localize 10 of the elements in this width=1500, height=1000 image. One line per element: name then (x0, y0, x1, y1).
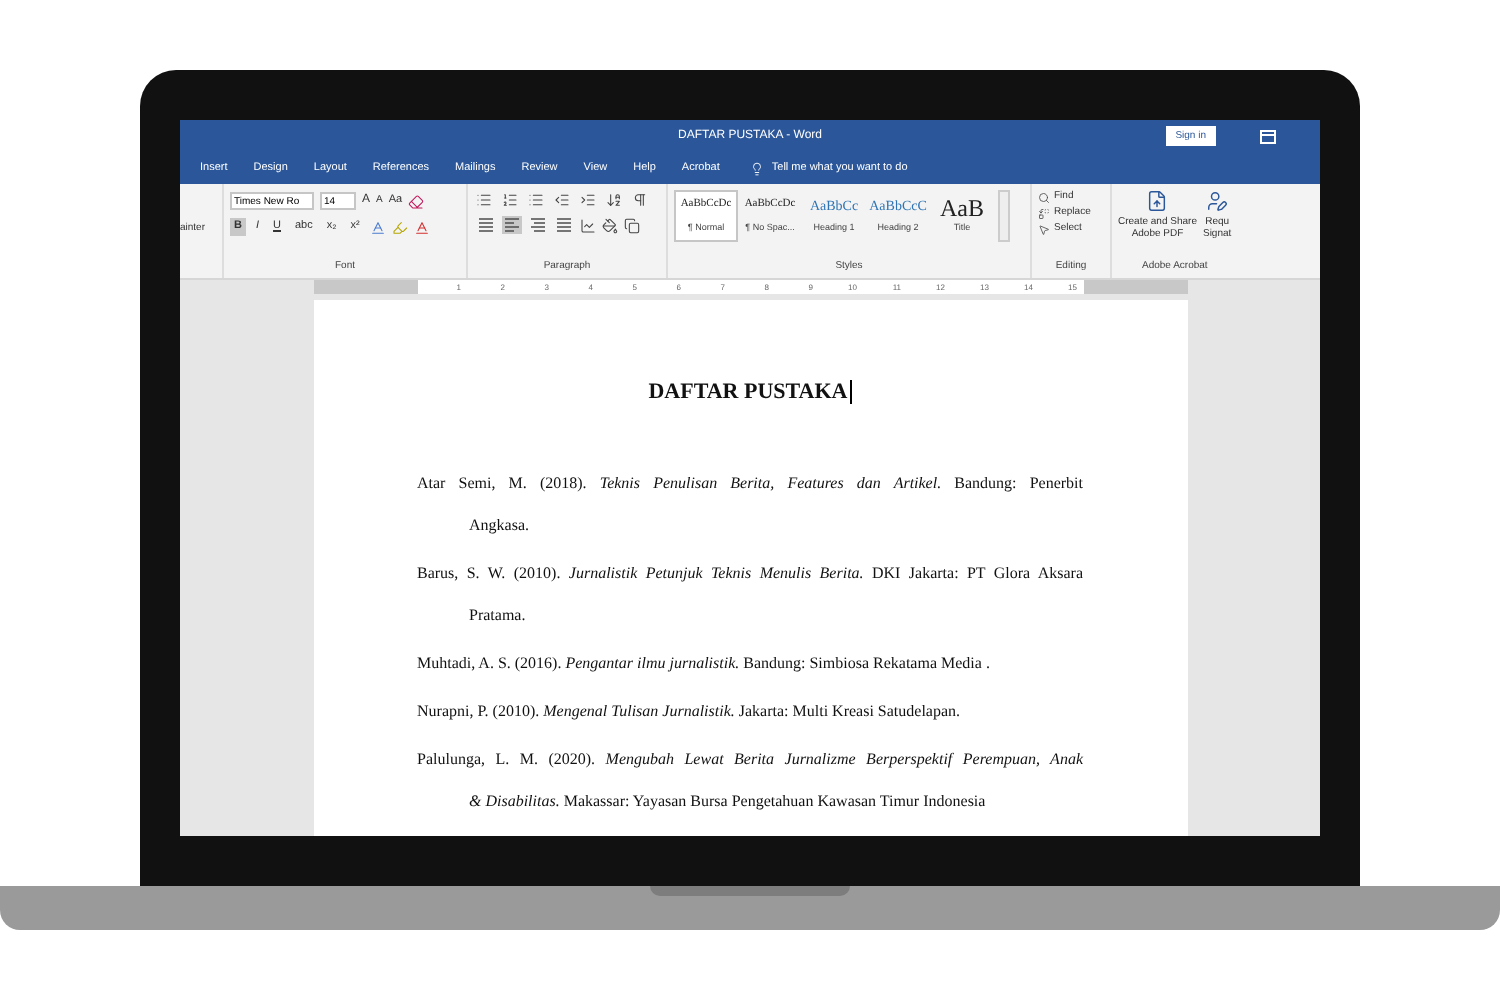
reference-line: & Disabilitas. Makassar: Yayasan Bursa Pengetahuan Kawasan Timur Indonesia (467, 789, 988, 814)
reference-line: Pratama. (467, 603, 528, 627)
reference-line: Angkasa. (467, 513, 531, 538)
reference-line: Nurapni, P. (2010). Mengenal Tulisan Jurnalistik. Jakarta: Multi Kreasi Satudelapan. (417, 699, 963, 724)
style-preview: AaB (940, 196, 984, 220)
document-heading: DAFTAR PUSTAKA (648, 378, 848, 408)
reference-line: Barus, S. W. (2010). Jurnalistik Petunjuk Teknis Menulis Berita. DKI Jakarta: PT Glora Aksara (417, 561, 1083, 586)
reference-line: Palulunga, L. M. (2020). Mengubah Lewat Berita Jurnalizme Berperspektif Perempuan, Anak (417, 747, 1083, 772)
reference-line: Atar Semi, M. (2018). Teknis Penulisan Berita, Features dan Artikel. Bandung: Penerbit (417, 471, 1083, 496)
reference-line: Muhtadi, A. S. (2016). Pengantar ilmu jurnalistik. Bandung: Simbiosa Rekatama Media . (417, 651, 992, 676)
